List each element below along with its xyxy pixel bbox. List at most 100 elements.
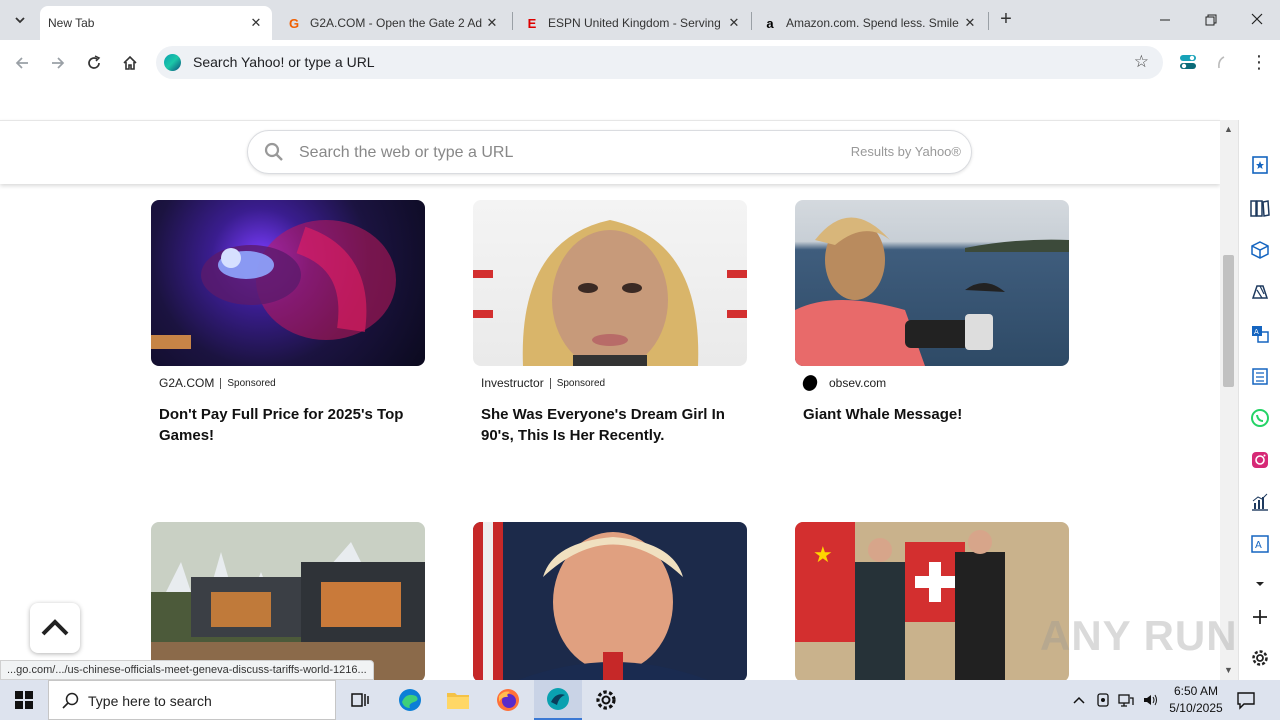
card-source: obsev.com [829, 376, 887, 390]
back-arrow-icon [15, 57, 28, 69]
notes-panel-button[interactable] [1249, 365, 1271, 387]
side-panel: A A [1238, 120, 1280, 680]
close-tab-icon[interactable]: ✕ [962, 15, 978, 31]
language-icon: A [1251, 535, 1269, 553]
card-meta: Investructor Sponsored [481, 376, 747, 390]
news-card[interactable]: obsev.com Giant Whale Message! [795, 200, 1069, 425]
panel-settings-button[interactable] [1249, 647, 1271, 669]
bookmarks-panel-button[interactable] [1249, 154, 1271, 176]
notification-center-button[interactable] [1236, 690, 1256, 710]
windows-taskbar: Type here to search 6:50 AM 5/10/2025 [0, 680, 1280, 720]
address-bar[interactable]: Search Yahoo! or type a URL ☆ [156, 46, 1163, 79]
officials-meeting-photo: ★ [795, 522, 1069, 680]
close-window-button[interactable] [1245, 8, 1269, 32]
tab-title: ESPN United Kingdom - Serving [548, 16, 721, 30]
taskbar-settings[interactable] [582, 680, 630, 720]
forward-button[interactable] [46, 51, 70, 75]
whatsapp-panel-button[interactable] [1249, 407, 1271, 429]
news-card[interactable]: Investructor Sponsored She Was Everyone'… [473, 200, 747, 446]
politician-portrait-photo [473, 522, 747, 680]
taskbar-clock[interactable]: 6:50 AM 5/10/2025 [1168, 683, 1224, 717]
close-tab-icon[interactable]: ✕ [248, 15, 264, 31]
scroll-to-top-button[interactable] [30, 603, 80, 653]
card-meta: obsev.com [800, 372, 1069, 394]
anyrun-watermark: ANY RUN [1040, 612, 1238, 659]
home-icon [123, 55, 137, 70]
search-placeholder: Search the web or type a URL [299, 144, 514, 161]
stats-panel-button[interactable] [1249, 491, 1271, 513]
taskbar-search-box[interactable]: Type here to search [48, 680, 336, 720]
new-tab-button[interactable]: + [996, 9, 1016, 29]
bookmark-icon [1252, 156, 1268, 174]
news-card[interactable]: ★ [795, 522, 1069, 680]
instagram-panel-button[interactable] [1249, 449, 1271, 471]
browser-app-icon [547, 688, 569, 710]
obsev-logo-icon [800, 372, 820, 394]
restore-button[interactable] [1199, 8, 1223, 32]
card-headline[interactable]: Don't Pay Full Price for 2025's Top Game… [159, 404, 417, 446]
bookmark-star-icon[interactable]: ☆ [1134, 52, 1149, 72]
add-panel-button[interactable] [1249, 606, 1271, 628]
tab-title: Amazon.com. Spend less. Smile [786, 16, 959, 30]
taskbar-edge[interactable] [386, 680, 434, 720]
checklist-icon [1252, 368, 1268, 385]
taskbar-search-placeholder: Type here to search [88, 693, 212, 709]
panel-expand-button[interactable] [1249, 573, 1271, 595]
close-tab-icon[interactable]: ✕ [484, 15, 500, 31]
tray-device-icon[interactable] [1095, 692, 1111, 708]
tab-g2a[interactable]: G G2A.COM - Open the Gate 2 Ad ✕ [276, 6, 508, 40]
tab-espn[interactable]: E ESPN United Kingdom - Serving ✕ [514, 6, 750, 40]
restore-icon [1205, 14, 1217, 26]
scroll-up-arrow-icon[interactable]: ▲ [1224, 124, 1233, 134]
card-headline[interactable]: Giant Whale Message! [803, 404, 1061, 425]
news-card[interactable] [151, 522, 425, 680]
tab-amazon[interactable]: a Amazon.com. Spend less. Smile ✕ [752, 6, 986, 40]
shopping-panel-button[interactable] [1249, 281, 1271, 303]
minimize-icon [1160, 19, 1170, 21]
svg-text:A: A [1254, 328, 1259, 336]
svg-text:A: A [1255, 540, 1262, 551]
tray-overflow-icon[interactable] [1071, 692, 1087, 708]
tab-title: New Tab [48, 16, 95, 30]
close-tab-icon[interactable]: ✕ [726, 15, 742, 31]
search-engine-icon [164, 54, 181, 71]
card-headline[interactable]: She Was Everyone's Dream Girl In 90's, T… [481, 404, 739, 446]
home-button[interactable] [118, 51, 142, 75]
start-button[interactable] [0, 680, 48, 720]
minimize-button[interactable] [1153, 8, 1177, 32]
tab-search-button[interactable] [8, 8, 32, 32]
package-panel-button[interactable] [1249, 239, 1271, 261]
page-scrollbar[interactable]: ▲ ▼ [1220, 120, 1238, 680]
taskbar-browser-active[interactable] [534, 680, 582, 720]
extension-icon[interactable] [1212, 52, 1232, 72]
tray-network-icon[interactable] [1118, 692, 1134, 708]
scrollbar-thumb[interactable] [1223, 255, 1234, 387]
back-button[interactable] [10, 51, 34, 75]
browser-menu-button[interactable]: ⋮ [1250, 52, 1268, 72]
taskbar-file-explorer[interactable] [434, 680, 482, 720]
extension-icon[interactable] [1178, 52, 1198, 72]
gear-icon [596, 690, 616, 710]
taskbar-firefox[interactable] [484, 680, 532, 720]
task-view-button[interactable] [336, 680, 384, 720]
news-card[interactable] [473, 522, 747, 680]
web-search-box[interactable]: Search the web or type a URL Results by … [247, 130, 972, 174]
chevron-up-icon [41, 619, 69, 636]
search-header: Search the web or type a URL Results by … [0, 120, 1220, 184]
tab-new-tab[interactable]: New Tab ✕ [40, 6, 272, 40]
reload-button[interactable] [82, 51, 106, 75]
amazon-icon: a [766, 15, 774, 31]
news-card[interactable]: G2A.COM Sponsored Don't Pay Full Price f… [151, 200, 425, 446]
clock-time: 6:50 AM [1173, 684, 1219, 698]
tab-strip: New Tab ✕ G G2A.COM - Open the Gate 2 Ad… [0, 0, 1280, 40]
scroll-down-arrow-icon[interactable]: ▼ [1224, 665, 1233, 675]
translate-panel-button[interactable]: A [1249, 323, 1271, 345]
translate-icon: A [1252, 326, 1269, 343]
books-icon [1250, 200, 1270, 217]
toggle-extension-icon [1180, 55, 1196, 69]
search-icon [62, 692, 79, 709]
dictionary-panel-button[interactable]: A [1249, 533, 1271, 555]
card-meta: G2A.COM Sponsored [159, 376, 425, 390]
tray-volume-icon[interactable] [1142, 692, 1158, 708]
reading-list-button[interactable] [1249, 197, 1271, 219]
